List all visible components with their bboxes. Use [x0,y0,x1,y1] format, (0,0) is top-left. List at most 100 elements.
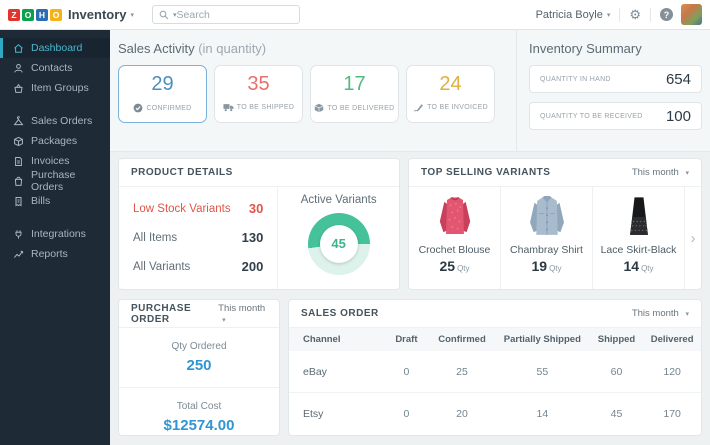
quantity-in-hand-value: 654 [665,70,691,88]
to-be-delivered-label-row: TO BE DELIVERED [311,103,398,113]
sales-order-title: SALES ORDER [301,308,379,319]
item-groups-icon [13,83,24,94]
sidebar-item-sales-orders[interactable]: Sales Orders [0,111,110,131]
sales-activity-cards: 29 CONFIRMED 35 TO BE SHIPPED 17 TO BE D… [118,65,508,123]
total-cost-value: $12574.00 [163,417,235,434]
product-details-title: PRODUCT DETAILS [131,167,233,178]
inventory-summary-section: Inventory Summary QUANTITY IN HAND 654 Q… [517,30,710,151]
sales-order-table-header-row: Channel Draft Confirmed Partially Shippe… [289,328,701,351]
all-items-row: All Items 130 [133,223,263,252]
variant-chambray-shirt: Chambray Shirt 19 Qty [501,187,593,289]
sidebar-item-label: Invoices [31,155,70,167]
sales-order-card: SALES ORDER This month ▾ Channel Draft C… [288,299,702,436]
column-delivered: Delivered [643,328,701,351]
logo-tile-o1: O [22,8,34,21]
variant-qty: 14 Qty [593,258,684,274]
zoho-logo[interactable]: Z O H O Inventory ▾ [8,7,134,22]
confirmed-label: CONFIRMED [146,104,192,112]
avatar[interactable] [681,4,702,25]
sidebar: Dashboard Contacts Item Groups Sales Ord… [0,30,110,445]
low-stock-variants-value: 30 [248,201,264,216]
search-box[interactable]: ▾ [152,5,301,24]
period-label: This month [631,167,679,178]
to-be-invoiced-label: TO BE INVOICED [427,104,488,111]
next-variants-chevron-icon[interactable]: › [685,187,701,289]
help-icon[interactable]: ? [660,8,673,21]
package-icon [315,103,324,113]
purchase-order-title: PURCHASE ORDER [131,302,192,325]
to-be-shipped-count: 35 [247,73,270,95]
quantity-to-be-received-label: QUANTITY TO BE RECEIVED [540,112,643,120]
sidebar-item-label: Item Groups [31,82,89,94]
top-band: Sales Activity (in quantity) 29 CONFIRME… [110,30,710,152]
purchase-order-header: PURCHASE ORDER This month ▾ [119,300,279,328]
sidebar-item-bills[interactable]: Bills [0,191,110,211]
sidebar-item-dashboard[interactable]: Dashboard [0,38,110,58]
sales-order-period-dropdown[interactable]: This month ▾ [632,308,689,319]
top-selling-variants-header: TOP SELLING VARIANTS This month ▾ [409,159,701,187]
top-selling-variants-title: TOP SELLING VARIANTS [421,167,551,178]
sidebar-item-purchase-orders[interactable]: Purchase Orders [0,169,110,193]
to-be-shipped-label: TO BE SHIPPED [236,104,295,111]
variant-qty-unit: Qty [457,264,470,273]
quantity-in-hand-tile: QUANTITY IN HAND 654 [529,65,702,93]
variant-name: Chambray Shirt [510,244,583,256]
total-cost-section: Total Cost $12574.00 [119,388,279,434]
truck-icon [223,104,234,112]
variant-name: Lace Skirt-Black [600,244,677,256]
variant-qty-value: 25 [439,258,456,274]
sidebar-item-packages[interactable]: Packages [0,131,110,151]
product-details-card: PRODUCT DETAILS Low Stock Variants 30 Al… [118,158,400,290]
variant-qty-unit: Qty [549,264,562,273]
channel-cell: eBay [289,351,384,393]
low-stock-variants-row: Low Stock Variants 30 [133,194,263,223]
topbar-separator [650,7,651,22]
topbar-separator [619,7,621,22]
sidebar-item-label: Integrations [31,228,86,240]
chevron-down-icon: ▾ [685,311,689,318]
gear-icon[interactable]: ⚙ [629,8,641,21]
quantity-in-hand-label: QUANTITY IN HAND [540,75,611,83]
zoho-logo-tiles: Z O H O [8,8,62,21]
search-input[interactable] [176,8,294,21]
column-confirmed: Confirmed [429,328,495,351]
qty-ordered-section: Qty Ordered 250 [119,328,279,374]
sidebar-item-label: Reports [31,248,68,260]
home-icon [13,43,24,54]
all-items-value: 130 [241,230,264,245]
sales-activity-card-confirmed[interactable]: 29 CONFIRMED [118,65,207,123]
partially-shipped-cell: 14 [536,408,549,420]
sales-activity-card-to-be-delivered[interactable]: 17 TO BE DELIVERED [310,65,399,123]
confirmed-count: 29 [151,73,174,95]
sales-activity-title: Sales Activity (in quantity) [118,41,508,56]
crochet-blouse-image [439,196,470,234]
all-variants-label: All Variants [133,260,191,273]
sidebar-item-invoices[interactable]: Invoices [0,151,110,171]
user-menu[interactable]: Patricia Boyle ▾ [536,9,611,21]
product-details-list: Low Stock Variants 30 All Items 130 All … [119,187,277,289]
sales-activity-card-to-be-shipped[interactable]: 35 TO BE SHIPPED [214,65,303,123]
sales-activity-section: Sales Activity (in quantity) 29 CONFIRME… [110,30,508,151]
all-variants-value: 200 [241,259,264,274]
check-circle-icon [134,103,143,113]
top-bar: Z O H O Inventory ▾ ▾ Patricia Boyle ▾ ⚙… [0,0,710,30]
sidebar-item-integrations[interactable]: Integrations [0,224,110,244]
sidebar-item-contacts[interactable]: Contacts [0,58,110,78]
sales-activity-card-to-be-invoiced[interactable]: 24 TO BE INVOICED [406,65,495,123]
purchase-order-period-dropdown[interactable]: This month ▾ [218,303,267,325]
variant-crochet-blouse: Crochet Blouse 25 Qty [409,187,501,289]
confirmed-cell: 20 [456,408,468,420]
logo-tile-z: Z [8,8,20,21]
top-selling-variants-period-dropdown[interactable]: This month ▾ [632,167,689,178]
to-be-delivered-count: 17 [343,73,366,95]
sales-order-header: SALES ORDER This month ▾ [289,300,701,328]
pen-icon [413,104,424,112]
delivered-cell: 170 [663,408,681,420]
period-label: This month [218,302,266,314]
variant-qty-value: 19 [531,258,548,274]
draft-cell: 0 [383,351,430,393]
all-variants-row: All Variants 200 [133,252,263,281]
logo-tile-o2: O [50,8,62,21]
sidebar-item-item-groups[interactable]: Item Groups [0,78,110,98]
sidebar-item-reports[interactable]: Reports [0,244,110,264]
